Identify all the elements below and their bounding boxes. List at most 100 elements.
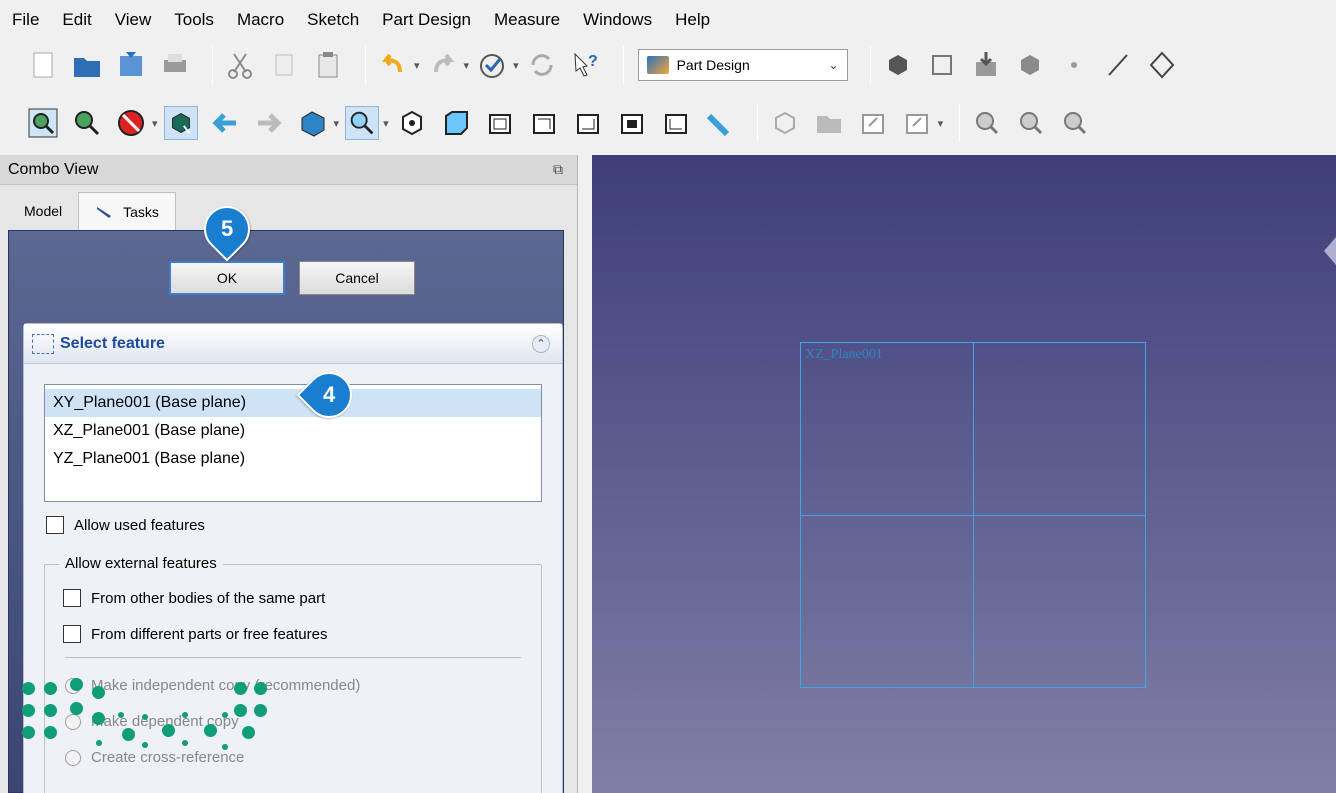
undo-dropdown-icon[interactable]: ▾ [414, 59, 420, 72]
step-4-number: 4 [322, 382, 336, 407]
sync-view-icon[interactable] [296, 106, 330, 140]
plane-axis-horizontal [801, 515, 1145, 516]
menu-part-design[interactable]: Part Design [382, 10, 471, 30]
from-other-bodies-row[interactable]: From other bodies of the same part [63, 589, 325, 607]
part-icon[interactable] [768, 106, 802, 140]
undock-icon[interactable]: ⧉ [553, 161, 563, 178]
allow-used-features-checkbox[interactable] [46, 516, 64, 534]
menu-view[interactable]: View [115, 10, 152, 30]
copy-icon[interactable] [267, 48, 301, 82]
menu-help[interactable]: Help [675, 10, 710, 30]
from-different-parts-label: From different parts or free features [91, 625, 328, 643]
independent-copy-radio[interactable] [65, 677, 81, 694]
back-arrow-icon[interactable] [208, 106, 242, 140]
refresh-check-icon[interactable] [475, 48, 509, 82]
navigation-cube-arrow-icon[interactable] [1324, 237, 1336, 265]
draw-style-dropdown-icon[interactable]: ▾ [152, 117, 158, 130]
from-other-bodies-checkbox[interactable] [63, 589, 81, 607]
redo-icon[interactable] [426, 48, 460, 82]
view-left-icon[interactable] [659, 106, 693, 140]
forward-arrow-icon[interactable] [252, 106, 286, 140]
from-different-parts-row[interactable]: From different parts or free features [63, 625, 328, 643]
open-folder-icon[interactable] [70, 48, 104, 82]
view-top-icon[interactable] [483, 106, 517, 140]
cross-reference-radio[interactable] [65, 749, 81, 766]
cross-reference-label: Create cross-reference [91, 749, 245, 766]
dependent-copy-radio[interactable] [65, 713, 81, 730]
independent-copy-row[interactable]: Make independent copy (recommended) [65, 677, 360, 694]
toolbar-separator [212, 46, 213, 84]
menu-macro[interactable]: Macro [237, 10, 284, 30]
import-icon[interactable] [969, 48, 1003, 82]
toolbar-separator [622, 46, 624, 84]
paste-icon[interactable] [311, 48, 345, 82]
save-icon[interactable] [114, 48, 148, 82]
sync-view-dropdown-icon[interactable]: ▾ [334, 117, 340, 130]
cross-reference-row[interactable]: Create cross-reference [65, 749, 244, 766]
report-view-icon[interactable] [1058, 106, 1092, 140]
recompute-icon[interactable] [525, 48, 559, 82]
menu-measure[interactable]: Measure [494, 10, 560, 30]
refresh-dropdown-icon[interactable]: ▾ [513, 59, 519, 72]
measure-distance-icon[interactable] [703, 106, 737, 140]
cancel-button[interactable]: Cancel [299, 261, 415, 295]
menu-windows[interactable]: Windows [583, 10, 652, 30]
draw-style-icon[interactable] [114, 106, 148, 140]
workbench-selector[interactable]: Part Design ⌄ [637, 49, 848, 81]
menu-tools[interactable]: Tools [174, 10, 214, 30]
3d-viewport[interactable]: XZ_Plane001 [592, 155, 1336, 793]
print-icon[interactable] [158, 48, 192, 82]
combo-view-panel: Combo View ⧉ Model Tasks OK Cancel Selec… [0, 155, 578, 793]
tab-model[interactable]: Model [8, 192, 78, 230]
view-front-icon[interactable] [439, 106, 473, 140]
create-body-icon[interactable] [881, 48, 915, 82]
tab-tasks[interactable]: Tasks [78, 192, 176, 230]
select-feature-icon [32, 333, 54, 354]
view-right-icon[interactable] [527, 106, 561, 140]
fit-all-icon[interactable] [26, 106, 60, 140]
select-feature-header[interactable]: Select feature ⌃ [24, 324, 562, 364]
zoom-icon[interactable] [345, 106, 380, 140]
group-folder-icon[interactable] [812, 106, 846, 140]
line-icon[interactable] [1101, 48, 1135, 82]
view-isometric-icon[interactable] [395, 106, 429, 140]
undo-icon[interactable] [376, 48, 410, 82]
menu-edit[interactable]: Edit [62, 10, 91, 30]
part-design-icon [646, 56, 669, 74]
list-item[interactable]: YZ_Plane001 (Base plane) [45, 445, 541, 473]
feature-list[interactable]: XY_Plane001 (Base plane) XZ_Plane001 (Ba… [44, 384, 542, 502]
combo-view-title: Combo View [8, 160, 99, 178]
task-panel: OK Cancel Select feature ⌃ XY_Plane001 (… [8, 230, 564, 793]
selection-view-icon[interactable] [970, 106, 1004, 140]
collapse-icon[interactable]: ⌃ [532, 334, 550, 353]
link-icon[interactable] [856, 106, 890, 140]
zoom-dropdown-icon[interactable]: ▾ [383, 117, 389, 130]
list-item[interactable]: XZ_Plane001 (Base plane) [45, 417, 541, 445]
redo-dropdown-icon[interactable]: ▾ [464, 59, 470, 72]
from-different-parts-checkbox[interactable] [63, 625, 81, 643]
list-item[interactable]: XY_Plane001 (Base plane) [45, 389, 541, 417]
link-actions-dropdown-icon[interactable]: ▾ [938, 117, 944, 130]
create-part-icon[interactable] [925, 48, 959, 82]
select-feature-title: Select feature [60, 334, 165, 352]
fit-selection-icon[interactable] [70, 106, 104, 140]
view-bottom-icon[interactable] [615, 106, 649, 140]
xz-plane[interactable]: XZ_Plane001 [800, 342, 1146, 688]
shape-binder-icon[interactable] [1013, 48, 1047, 82]
whats-this-icon[interactable]: ? [569, 48, 603, 82]
tree-view-icon[interactable] [1014, 106, 1048, 140]
ok-button[interactable]: OK [169, 261, 285, 295]
cut-icon[interactable] [223, 48, 257, 82]
select-feature-box: Select feature ⌃ XY_Plane001 (Base plane… [23, 323, 563, 793]
bounding-box-icon[interactable] [163, 106, 198, 140]
dependent-copy-row[interactable]: Make dependent copy [65, 713, 239, 730]
new-document-icon[interactable] [26, 48, 60, 82]
link-actions-icon[interactable] [900, 106, 934, 140]
point-icon[interactable] [1057, 48, 1091, 82]
view-rear-icon[interactable] [571, 106, 605, 140]
menu-sketch[interactable]: Sketch [307, 10, 359, 30]
menu-file[interactable]: File [12, 10, 39, 30]
pencil-icon [97, 206, 112, 218]
plane-icon[interactable] [1145, 48, 1179, 82]
allow-used-features-row[interactable]: Allow used features [46, 516, 205, 534]
